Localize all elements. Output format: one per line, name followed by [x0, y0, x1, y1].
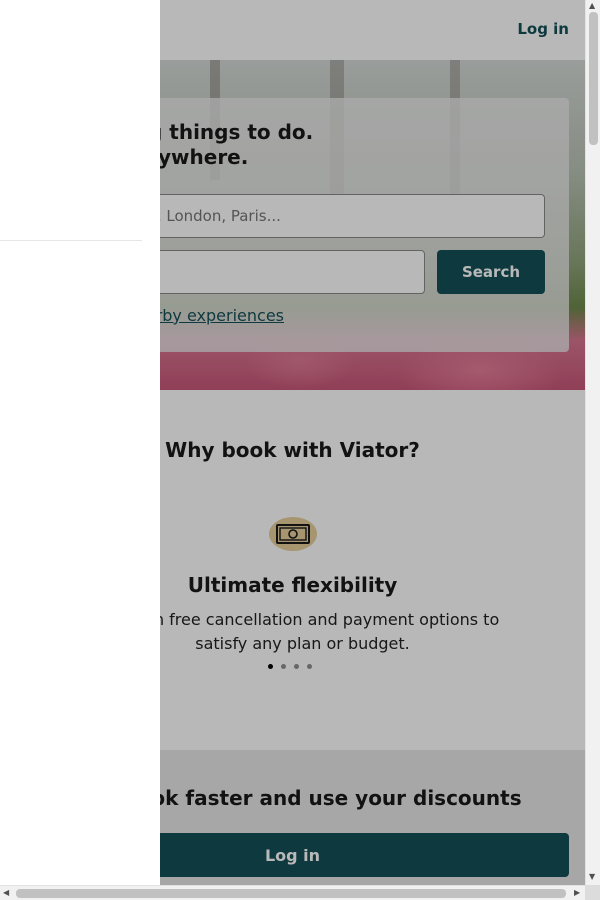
- carousel-dot[interactable]: [294, 664, 299, 669]
- carousel-dot[interactable]: [307, 664, 312, 669]
- scroll-right-icon[interactable]: ▶: [574, 888, 580, 897]
- header-login-link[interactable]: Log in: [517, 20, 569, 38]
- scroll-down-icon[interactable]: ▼: [589, 872, 595, 881]
- horizontal-scroll-thumb[interactable]: [16, 889, 566, 898]
- scrollbar-corner: [585, 885, 600, 900]
- search-button[interactable]: Search: [437, 250, 545, 294]
- carousel-dot[interactable]: [281, 664, 286, 669]
- drawer-divider: [0, 240, 142, 241]
- side-drawer: [0, 0, 160, 885]
- carousel-dots: [268, 664, 312, 669]
- carousel-dot[interactable]: [268, 664, 273, 669]
- scroll-left-icon[interactable]: ◀: [3, 888, 9, 897]
- money-icon: [269, 517, 317, 551]
- horizontal-scrollbar[interactable]: ◀ ▶: [0, 885, 585, 900]
- vertical-scrollbar[interactable]: ▲ ▼: [585, 0, 600, 885]
- vertical-scroll-thumb[interactable]: [589, 12, 598, 145]
- scroll-up-icon[interactable]: ▲: [589, 1, 595, 10]
